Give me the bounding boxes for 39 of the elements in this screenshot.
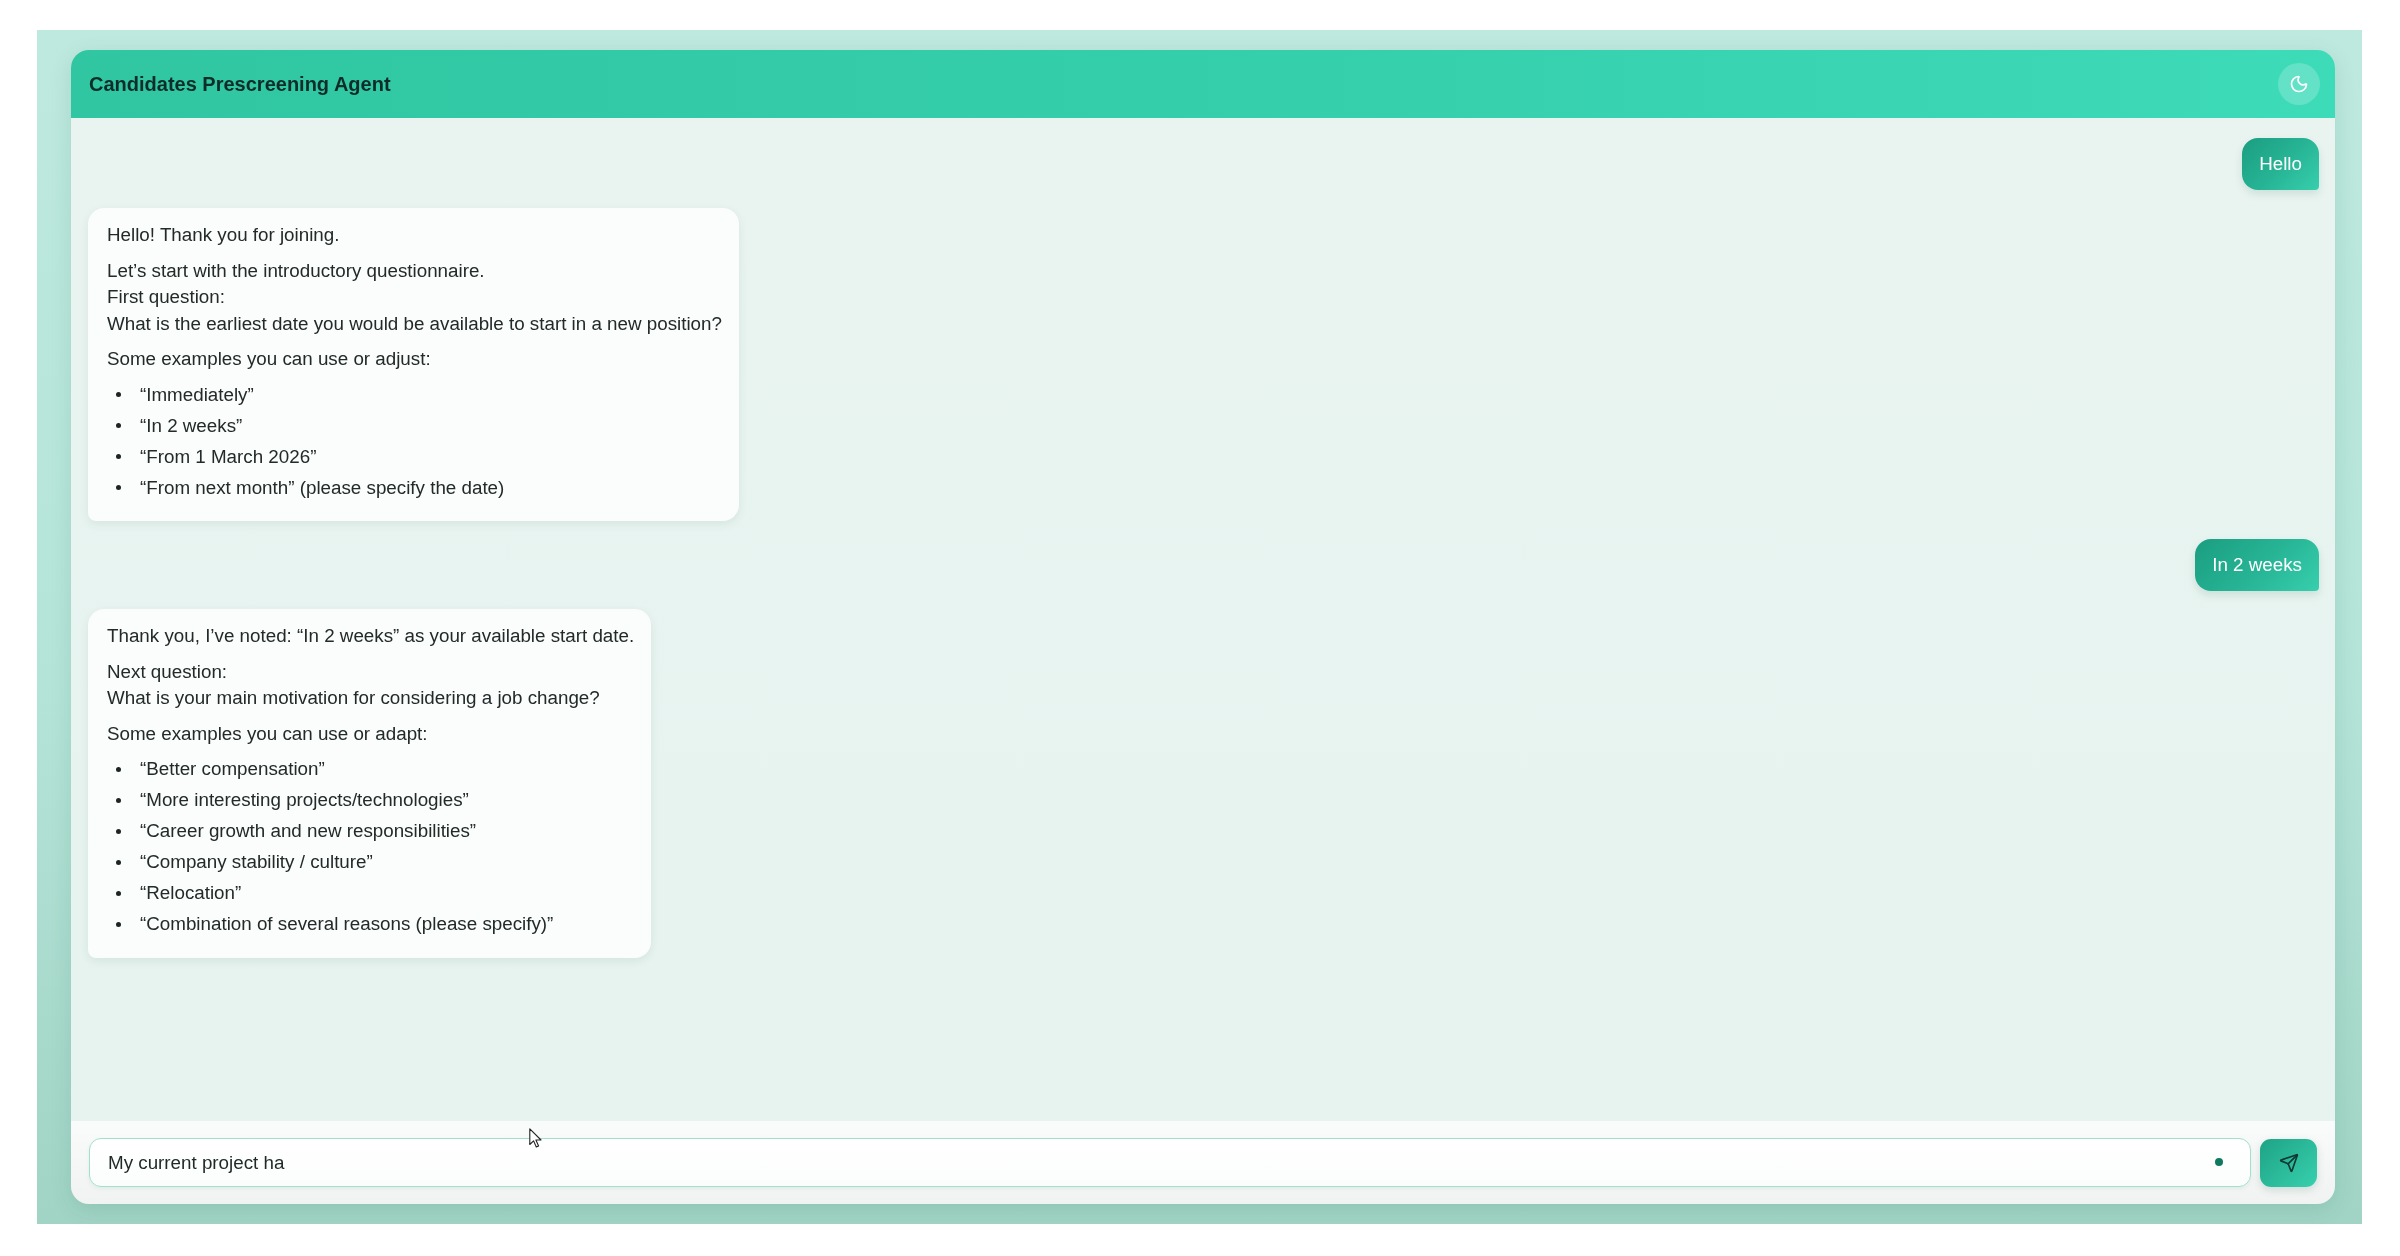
message-text: What is your main motivation for considering a job change?	[107, 686, 601, 710]
bullet-icon	[116, 392, 121, 398]
bullet-icon	[116, 890, 121, 896]
list-item-text: “Company stability / culture”	[140, 850, 373, 874]
moon-icon	[2289, 74, 2309, 94]
theme-toggle-button[interactable]	[2278, 63, 2320, 105]
list-item-text: “In 2 weeks”	[140, 413, 243, 438]
message-text: Some examples you can use or adjust:	[107, 347, 432, 371]
message-text: Next question:	[107, 659, 229, 684]
bullet-icon	[116, 454, 121, 460]
app-title: Candidates Prescreening Agent	[89, 72, 391, 96]
bullet-icon	[116, 485, 121, 491]
message-text: First question:	[107, 285, 226, 309]
send-button[interactable]	[2260, 1138, 2317, 1187]
list-item-text: “Better compensation”	[140, 757, 325, 781]
list-item-text: “From next month” (please specify the date)	[140, 475, 505, 500]
message-text: Hello! Thank you for joining.	[107, 223, 341, 247]
message-text: What is the earliest date you would be available to start in a new position?	[107, 311, 722, 336]
bullet-icon	[116, 859, 121, 865]
list-item-text: “Immediately”	[140, 382, 254, 407]
bullet-icon	[116, 797, 121, 803]
mouse-pointer-icon	[529, 1128, 542, 1148]
message-text: Let’s start with the introductory questionnaire.	[107, 258, 486, 283]
send-icon	[2278, 1152, 2299, 1173]
user-message: Hello	[2242, 138, 2319, 190]
list-item-text: “Relocation”	[140, 881, 242, 905]
message-text: Some examples you can use or adapt:	[107, 721, 429, 746]
list-item-text: “More interesting projects/technologies”	[140, 788, 469, 812]
status-dot-icon	[2215, 1158, 2223, 1166]
message-input[interactable]: My current project ha	[89, 1138, 2251, 1187]
bullet-icon	[116, 766, 121, 772]
bullet-icon	[116, 921, 121, 927]
bullet-icon	[116, 423, 121, 429]
bullet-icon	[116, 828, 121, 834]
list-item-text: “Combination of several reasons (please specify)”	[140, 912, 554, 936]
list-item-text: “From 1 March 2026”	[140, 444, 317, 469]
list-item-text: “Career growth and new responsibilities”	[140, 819, 477, 843]
message-text: Thank you, I’ve noted: “In 2 weeks” as your available start date.	[107, 624, 635, 648]
user-message: In 2 weeks	[2195, 539, 2319, 591]
